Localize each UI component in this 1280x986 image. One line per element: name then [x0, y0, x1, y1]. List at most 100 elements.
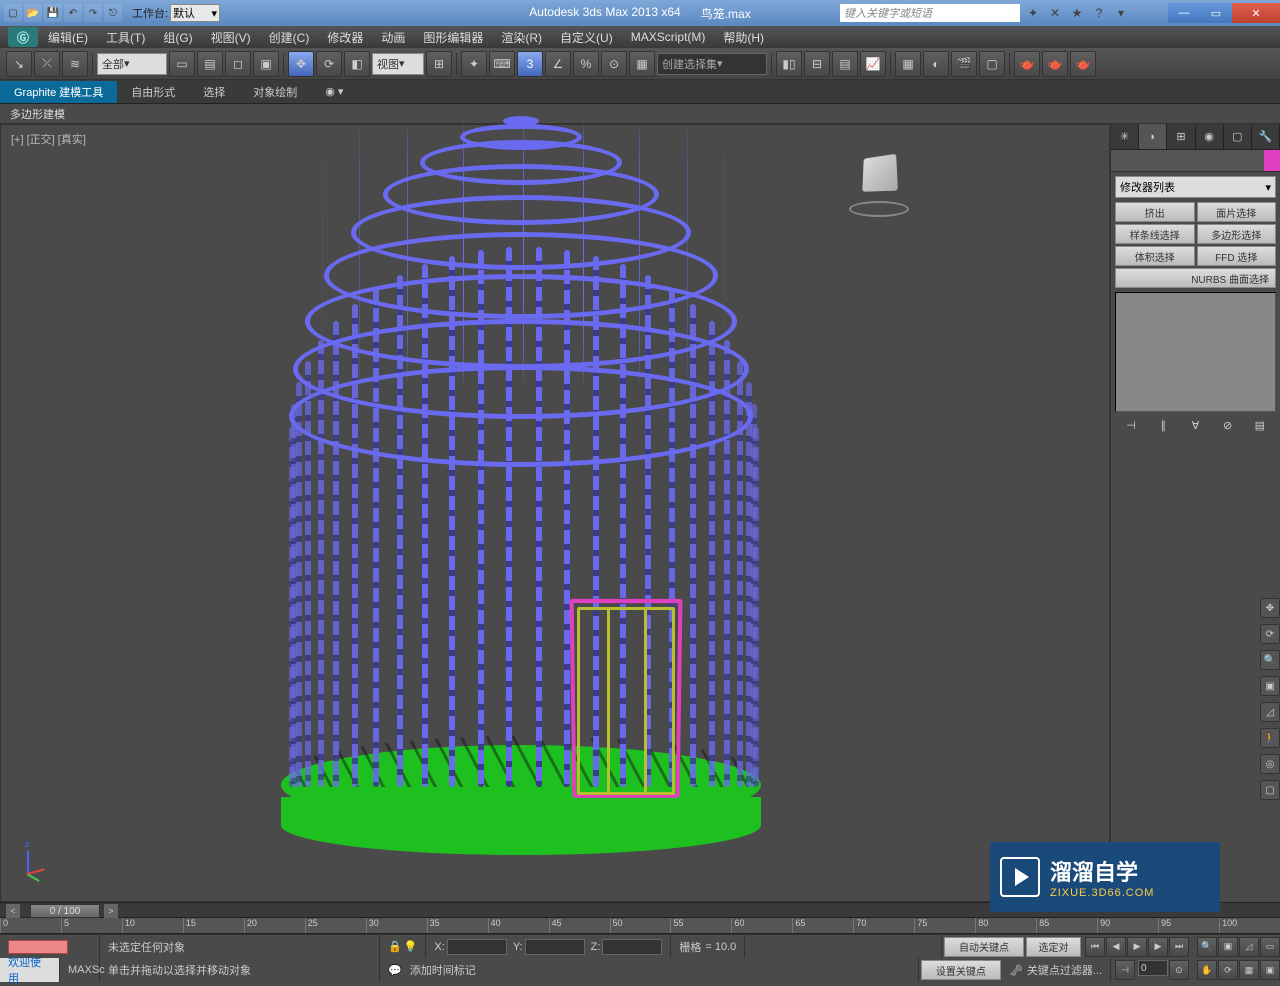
prev-key-icon[interactable]: <: [6, 904, 20, 918]
track-bar[interactable]: [8, 940, 68, 954]
link-icon[interactable]: ⎋: [104, 4, 122, 22]
selection-filter-dropdown[interactable]: 全部 ▾: [97, 53, 167, 75]
next-key-icon[interactable]: >: [104, 904, 118, 918]
minimize-button[interactable]: —: [1168, 3, 1200, 23]
help-search-input[interactable]: 键入关键字或短语: [840, 4, 1020, 22]
goto-start-icon[interactable]: ⏮: [1085, 937, 1105, 957]
layers-icon[interactable]: ▤: [832, 51, 858, 77]
create-tab-icon[interactable]: ✳: [1111, 124, 1139, 149]
y-input[interactable]: [525, 939, 585, 955]
mirror-icon[interactable]: ▮▯: [776, 51, 802, 77]
object-color-swatch[interactable]: [1264, 150, 1280, 171]
select-by-name-icon[interactable]: ▤: [197, 51, 223, 77]
menu-render[interactable]: 渲染(R): [493, 27, 550, 48]
steering-wheel-icon[interactable]: ◎: [1260, 754, 1280, 774]
render-production-icon[interactable]: 🫖: [1014, 51, 1040, 77]
snap-toggle-icon[interactable]: 3: [517, 51, 543, 77]
remove-modifier-icon[interactable]: ⊘: [1219, 416, 1237, 434]
set-key-button[interactable]: 设置关键点: [921, 960, 1001, 980]
ribbon-tab-paint[interactable]: 对象绘制: [239, 81, 311, 103]
select-move-icon[interactable]: ✥: [288, 51, 314, 77]
keyboard-shortcut-icon[interactable]: ⌨: [489, 51, 515, 77]
mod-btn-spline-select[interactable]: 样条线选择: [1115, 224, 1195, 244]
menu-help[interactable]: 帮助(H): [715, 27, 772, 48]
zoom-extents-icon[interactable]: ▣: [1260, 676, 1280, 696]
render-last-icon[interactable]: 🫖: [1070, 51, 1096, 77]
dolly-nav-icon[interactable]: ▦: [1239, 960, 1259, 980]
modifier-stack[interactable]: [1115, 292, 1276, 412]
new-icon[interactable]: ▢: [4, 4, 22, 22]
key-mode-toggle-icon[interactable]: ⊣: [1115, 960, 1135, 980]
use-pivot-center-icon[interactable]: ⊞: [426, 51, 452, 77]
utilities-tab-icon[interactable]: 🔧: [1252, 124, 1280, 149]
app-menu-icon[interactable]: Ⓖ: [8, 27, 38, 47]
ref-coord-dropdown[interactable]: 视图 ▾: [372, 53, 424, 75]
ribbon-tab-freeform[interactable]: 自由形式: [117, 81, 189, 103]
orbit-nav-icon[interactable]: ⟳: [1218, 960, 1238, 980]
time-slider[interactable]: 0 / 100: [30, 904, 100, 918]
prev-frame-icon[interactable]: ◀: [1106, 937, 1126, 957]
mod-btn-poly-select[interactable]: 多边形选择: [1197, 224, 1277, 244]
workspace-selector[interactable]: 工作台: 默认▾: [132, 4, 220, 22]
zoom-icon[interactable]: 🔍: [1260, 650, 1280, 670]
modifier-list-dropdown[interactable]: 修改器列表▾: [1115, 176, 1276, 198]
menu-create[interactable]: 创建(C): [261, 27, 318, 48]
percent-snap-icon[interactable]: %: [573, 51, 599, 77]
show-end-result-icon[interactable]: ∥: [1154, 416, 1172, 434]
edit-named-sel-icon[interactable]: ▦: [629, 51, 655, 77]
mod-btn-nurbs[interactable]: NURBS 曲面选择: [1115, 268, 1276, 288]
fov-icon[interactable]: ◿: [1260, 702, 1280, 722]
menu-animation[interactable]: 动画: [373, 27, 413, 48]
mod-btn-vol-select[interactable]: 体积选择: [1115, 246, 1195, 266]
z-input[interactable]: [602, 939, 662, 955]
lock-selection-icon[interactable]: 🔒: [388, 940, 402, 953]
mod-btn-extrude[interactable]: 挤出: [1115, 202, 1195, 222]
angle-snap-icon[interactable]: ∠: [545, 51, 571, 77]
comm-center-icon[interactable]: 💬: [388, 964, 402, 977]
time-config-icon[interactable]: ⊙: [1169, 960, 1189, 980]
display-tab-icon[interactable]: ▢: [1224, 124, 1252, 149]
undo-icon[interactable]: ↶: [64, 4, 82, 22]
selected-button[interactable]: 选定对: [1026, 937, 1081, 957]
next-frame-icon[interactable]: ▶: [1148, 937, 1168, 957]
close-button[interactable]: ✕: [1232, 3, 1280, 23]
render-setup-icon[interactable]: 🎬: [951, 51, 977, 77]
menu-group[interactable]: 组(G): [155, 27, 200, 48]
current-frame-input[interactable]: [1138, 960, 1168, 976]
zoom-nav-icon[interactable]: 🔍: [1197, 937, 1217, 957]
render-frame-icon[interactable]: ▢: [979, 51, 1005, 77]
configure-sets-icon[interactable]: ▤: [1251, 416, 1269, 434]
ribbon-tab-selection[interactable]: 选择: [189, 81, 239, 103]
auto-key-button[interactable]: 自动关键点: [944, 937, 1024, 957]
menu-edit[interactable]: 编辑(E): [40, 27, 96, 48]
x-input[interactable]: [447, 939, 507, 955]
menu-view[interactable]: 视图(V): [203, 27, 259, 48]
bind-space-warp-icon[interactable]: ≋: [62, 51, 88, 77]
zoom-ext-nav-icon[interactable]: ◿: [1239, 937, 1259, 957]
menu-graph-editors[interactable]: 图形编辑器: [415, 27, 491, 48]
play-icon[interactable]: ▶: [1127, 937, 1147, 957]
align-icon[interactable]: ⊟: [804, 51, 830, 77]
select-link-icon[interactable]: ↘: [6, 51, 32, 77]
maxscript-listener[interactable]: MAXSc: [60, 958, 100, 982]
save-icon[interactable]: 💾: [44, 4, 62, 22]
chevron-down-icon[interactable]: ▾: [1112, 4, 1130, 22]
object-name-field[interactable]: [1111, 150, 1264, 171]
named-selection-dropdown[interactable]: 创建选择集 ▾: [657, 53, 767, 75]
goto-end-icon[interactable]: ⏭: [1169, 937, 1189, 957]
help-icon[interactable]: ?: [1090, 4, 1108, 22]
redo-icon[interactable]: ↷: [84, 4, 102, 22]
isolate-icon[interactable]: 💡: [404, 940, 418, 953]
ribbon-panel-label[interactable]: 多边形建模: [10, 106, 65, 122]
exchange-icon[interactable]: ✕: [1046, 4, 1064, 22]
zoom-all-nav-icon[interactable]: ▣: [1218, 937, 1238, 957]
select-scale-icon[interactable]: ◧: [344, 51, 370, 77]
maximize-button[interactable]: ▭: [1200, 3, 1232, 23]
pan-icon[interactable]: ✥: [1260, 598, 1280, 618]
window-crossing-icon[interactable]: ▣: [253, 51, 279, 77]
menu-tools[interactable]: 工具(T): [98, 27, 153, 48]
open-icon[interactable]: 📂: [24, 4, 42, 22]
favorites-icon[interactable]: ★: [1068, 4, 1086, 22]
zoom-region-nav-icon[interactable]: ▭: [1260, 937, 1280, 957]
pan-nav-icon[interactable]: ✋: [1197, 960, 1217, 980]
